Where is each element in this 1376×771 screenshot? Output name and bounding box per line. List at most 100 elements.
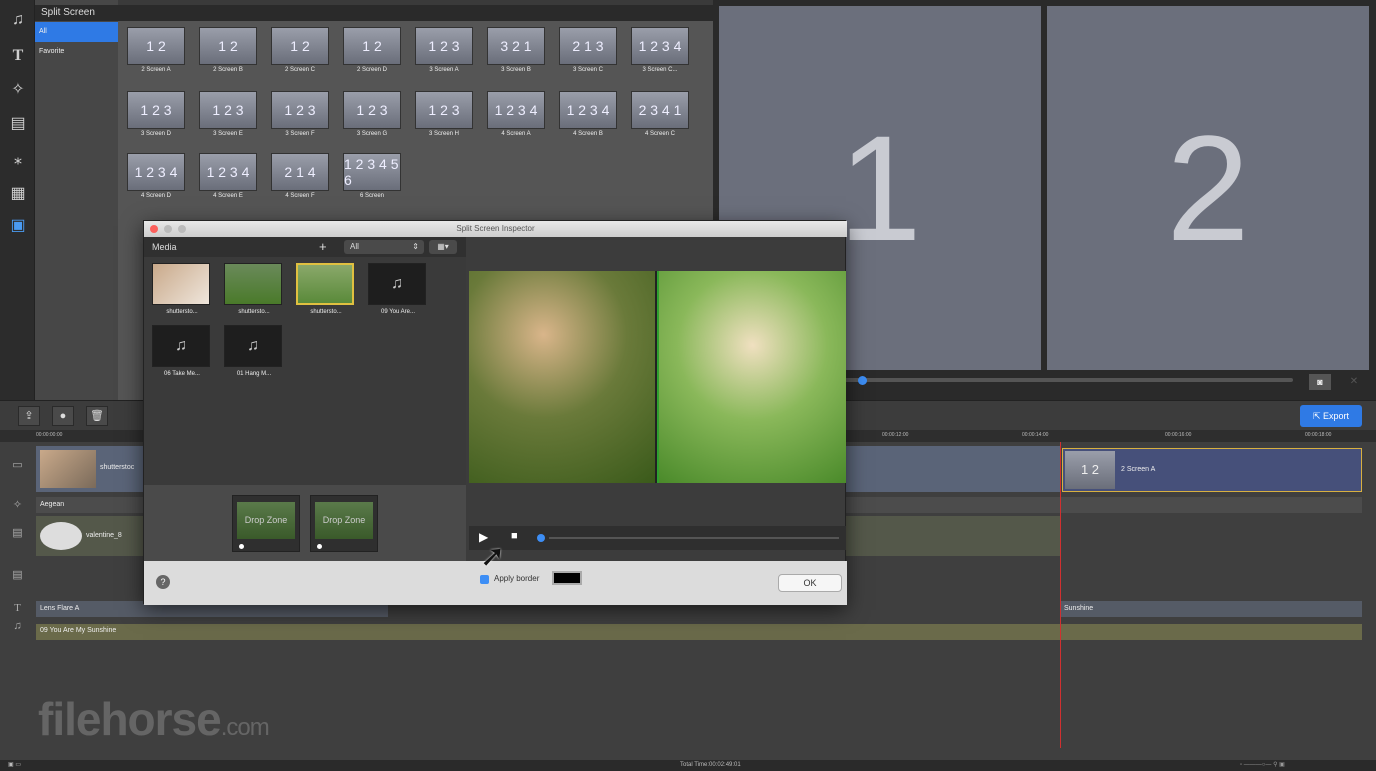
media-label-text: 01 Hang M...: [236, 371, 272, 377]
split-template-tile[interactable]: 1 2 3 4 4 Screen A: [486, 91, 546, 137]
border-color-swatch[interactable]: [552, 571, 582, 585]
split-screen-clip[interactable]: 1 2 2 Screen A: [1062, 448, 1362, 492]
media-item[interactable]: ♫ 06 Take Me...: [152, 325, 212, 381]
view-mode-icon[interactable]: ▦▾: [429, 240, 457, 254]
split-template-tile[interactable]: 1 2 2 Screen D: [342, 27, 402, 73]
audio-clip[interactable]: 09 You Are My Sunshine: [36, 624, 1362, 640]
panel-title: Split Screen: [35, 5, 713, 21]
fullscreen-icon[interactable]: ✕: [1343, 374, 1365, 390]
magic-icon[interactable]: ⁎: [6, 148, 30, 172]
template-thumbnail: 1 2: [343, 27, 401, 65]
transition-icon[interactable]: ▤: [6, 112, 30, 136]
split-template-tile[interactable]: 2 1 4 4 Screen F: [270, 153, 330, 199]
template-thumbnail: 1 2 3: [415, 27, 473, 65]
template-thumbnail: 1 2 3 4: [559, 91, 617, 129]
clapper-icon[interactable]: ▦: [6, 182, 30, 206]
zoom-slider[interactable]: ▫ ———○— ⚲ ▣: [1240, 761, 1285, 768]
mouse-cursor-icon: ➚: [480, 540, 506, 573]
split-template-tile[interactable]: 2 3 4 1 4 Screen C: [630, 91, 690, 137]
split-template-tile[interactable]: 1 2 3 3 Screen G: [342, 91, 402, 137]
template-thumbnail: 2 3 4 1: [631, 91, 689, 129]
split-template-tile[interactable]: 1 2 3 4 5 6 6 Screen: [342, 153, 402, 199]
template-label: 3 Screen F: [285, 131, 315, 137]
template-thumbnail: 1 2: [199, 27, 257, 65]
minimize-button[interactable]: [164, 225, 172, 233]
close-button[interactable]: [150, 225, 158, 233]
split-screen-icon[interactable]: ▣: [6, 214, 30, 238]
template-label: 2 Screen B: [213, 67, 243, 73]
split-clip-label: 2 Screen A: [1121, 466, 1156, 473]
apply-border-checkbox[interactable]: [480, 575, 489, 584]
split-template-tile[interactable]: 1 2 3 3 Screen F: [270, 91, 330, 137]
apply-border-label: Apply border: [494, 574, 540, 583]
split-template-tile[interactable]: 1 2 3 3 Screen D: [126, 91, 186, 137]
music-note-icon: ♫: [224, 325, 282, 367]
delete-trash-icon[interactable]: 🗑: [86, 406, 108, 426]
help-button[interactable]: ?: [156, 575, 170, 589]
split-clip-thumb: 1 2: [1065, 451, 1115, 489]
media-bar: Media + All ⇕ ▦▾: [144, 237, 466, 257]
export-button[interactable]: ⇱ Export: [1300, 405, 1362, 427]
tool-strip: ♫ T ✧ ▤ ⁎ ▦ ▣: [0, 0, 35, 400]
playhead[interactable]: [1060, 442, 1061, 748]
music-icon[interactable]: ♫: [6, 8, 30, 32]
stop-icon[interactable]: ■: [511, 530, 518, 542]
template-thumbnail: 1 2 3 4 5 6: [343, 153, 401, 191]
scrub-handle[interactable]: [537, 534, 545, 542]
preview-frame-right[interactable]: [657, 271, 846, 483]
snapshot-camera-icon[interactable]: ◙: [1309, 374, 1331, 390]
overlay2-track-icon: ▤: [12, 569, 23, 581]
dialog-titlebar: Split Screen Inspector: [144, 221, 847, 237]
add-media-icon[interactable]: +: [319, 237, 327, 257]
media-item[interactable]: ♫ 01 Hang M...: [224, 325, 284, 381]
media-item[interactable]: shuttersto...: [152, 263, 212, 319]
effects-track-icon: ✧: [12, 499, 23, 511]
dialog-title: Split Screen Inspector: [456, 224, 535, 233]
split-template-tile[interactable]: 1 2 2 Screen A: [126, 27, 186, 73]
total-time: Total Time:00:02:49:01: [680, 762, 741, 768]
text-icon[interactable]: T: [6, 44, 30, 68]
import-icon[interactable]: ⇪: [18, 406, 40, 426]
view-toggle-icon[interactable]: ▣ ▭: [8, 761, 21, 768]
category-all[interactable]: All: [35, 22, 118, 42]
record-voice-icon[interactable]: ●: [52, 406, 74, 426]
filter-select[interactable]: All ⇕: [344, 240, 424, 254]
split-template-tile[interactable]: 1 2 3 3 Screen H: [414, 91, 474, 137]
split-template-tile[interactable]: 1 2 3 3 Screen E: [198, 91, 258, 137]
template-label: 3 Screen C: [572, 67, 603, 73]
category-favorite[interactable]: Favorite: [35, 42, 118, 62]
template-label: 2 Screen A: [141, 67, 171, 73]
effects-wand-icon[interactable]: ✧: [6, 78, 30, 102]
media-label-text: 09 You Are...: [380, 309, 416, 315]
scrubber-handle[interactable]: [858, 376, 867, 385]
ok-button[interactable]: OK: [778, 574, 842, 592]
split-template-tile[interactable]: 3 2 1 3 Screen B: [486, 27, 546, 73]
video-track-icon: ▭: [12, 459, 23, 471]
ruler-time-0: 00:00:00:00: [36, 432, 63, 438]
status-bar: ▣ ▭ Total Time:00:02:49:01 ▫ ———○— ⚲ ▣: [0, 760, 1376, 771]
split-template-tile[interactable]: 1 2 3 4 3 Screen C...: [630, 27, 690, 73]
media-item[interactable]: shuttersto...: [224, 263, 284, 319]
template-label: 4 Screen C: [644, 131, 675, 137]
template-label: 2 Screen C: [284, 67, 315, 73]
split-template-tile[interactable]: 1 2 2 Screen B: [198, 27, 258, 73]
split-template-tile[interactable]: 1 2 3 4 4 Screen E: [198, 153, 258, 199]
media-item-selected[interactable]: shuttersto...: [296, 263, 356, 319]
drop-zone-1[interactable]: Drop Zone: [232, 495, 300, 552]
template-label: 3 Screen A: [429, 67, 459, 73]
preview-frame-left[interactable]: [469, 271, 655, 483]
drop-zone-2[interactable]: Drop Zone: [310, 495, 378, 552]
media-item[interactable]: ♫ 09 You Are...: [368, 263, 428, 319]
zoom-button[interactable]: [178, 225, 186, 233]
split-template-tile[interactable]: 2 1 3 3 Screen C: [558, 27, 618, 73]
title-clip-sunshine[interactable]: Sunshine: [1060, 601, 1362, 617]
overlay-track-icon: ▤: [12, 527, 23, 539]
scrub-track[interactable]: [549, 537, 839, 539]
split-template-tile[interactable]: 1 2 2 Screen C: [270, 27, 330, 73]
split-template-tile[interactable]: 1 2 3 4 4 Screen D: [126, 153, 186, 199]
template-label: 3 Screen D: [140, 131, 171, 137]
split-template-tile[interactable]: 1 2 3 4 4 Screen B: [558, 91, 618, 137]
template-label: 3 Screen C...: [642, 67, 678, 73]
split-template-tile[interactable]: 1 2 3 3 Screen A: [414, 27, 474, 73]
ruler-time-16: 00:00:16:00: [1165, 432, 1192, 438]
